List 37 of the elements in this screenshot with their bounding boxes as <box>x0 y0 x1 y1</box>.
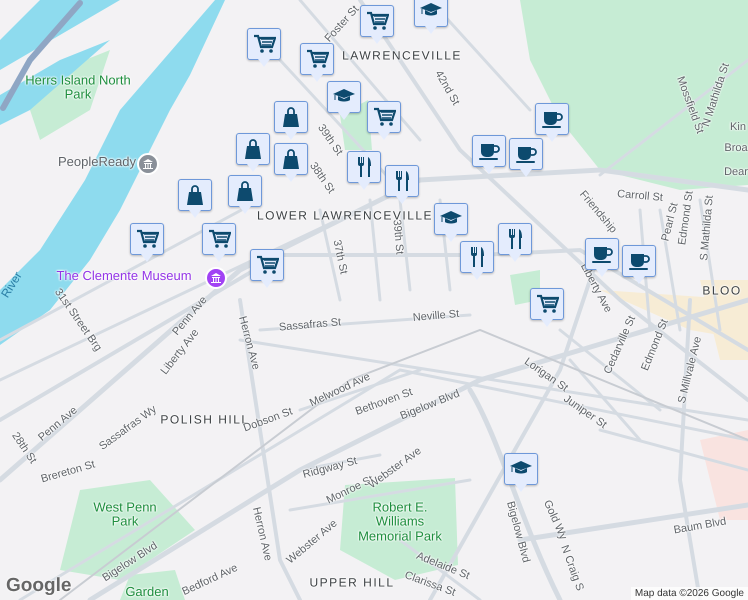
street-label: Brereton St <box>40 458 96 486</box>
street-label: Carroll St <box>616 188 664 204</box>
street-label: Broa <box>724 142 748 154</box>
shopping-cart-icon <box>365 9 389 33</box>
street-label: Herron Ave <box>250 506 274 562</box>
shopping-cart-icon <box>535 292 559 316</box>
street-label: Dear <box>724 166 748 178</box>
street-label: Neville St <box>412 308 460 324</box>
neighborhood-label: BLOO <box>702 284 742 298</box>
street-label: Edmond St <box>676 190 696 246</box>
museum-label: The Clemente Museum <box>56 268 192 284</box>
street-label: 37th St <box>330 238 350 276</box>
street-label: Sassafras St <box>278 316 342 334</box>
shopping-cart-icon <box>252 32 276 56</box>
street-label: Herron Ave <box>236 314 262 372</box>
neighborhood-label: LAWRENCEVILLE <box>342 49 462 63</box>
street-label: S Millvale Ave <box>676 335 704 405</box>
park-label: Herrs Island North Park <box>24 74 132 102</box>
map-attribution: Map data ©2026 Google <box>630 587 748 600</box>
shopping-cart-icon <box>207 227 231 251</box>
park-label: West Penn Park <box>92 500 158 530</box>
park-label: Robert E. Williams Memorial Park <box>358 500 443 544</box>
shopping-cart-icon <box>255 253 279 277</box>
shopping-cart-icon <box>135 227 159 251</box>
street-label: Ridgway St <box>302 454 358 482</box>
shopping-cart-icon <box>372 105 396 129</box>
street-label: S Mathilda St <box>698 194 716 262</box>
street-label: Gold Wy <box>540 498 570 542</box>
street-label: N Craig S <box>558 544 586 592</box>
shopping-cart-icon <box>305 47 329 71</box>
map-logo: Google <box>6 575 72 597</box>
park-label: Garden <box>125 584 169 600</box>
street-label: Kin <box>730 120 746 134</box>
street-label: Baum Blvd <box>672 515 728 537</box>
street-label: 39th St <box>390 219 406 255</box>
street-label: Bigelow Blvd <box>504 500 532 564</box>
neighborhood-label: UPPER HILL <box>309 576 395 590</box>
